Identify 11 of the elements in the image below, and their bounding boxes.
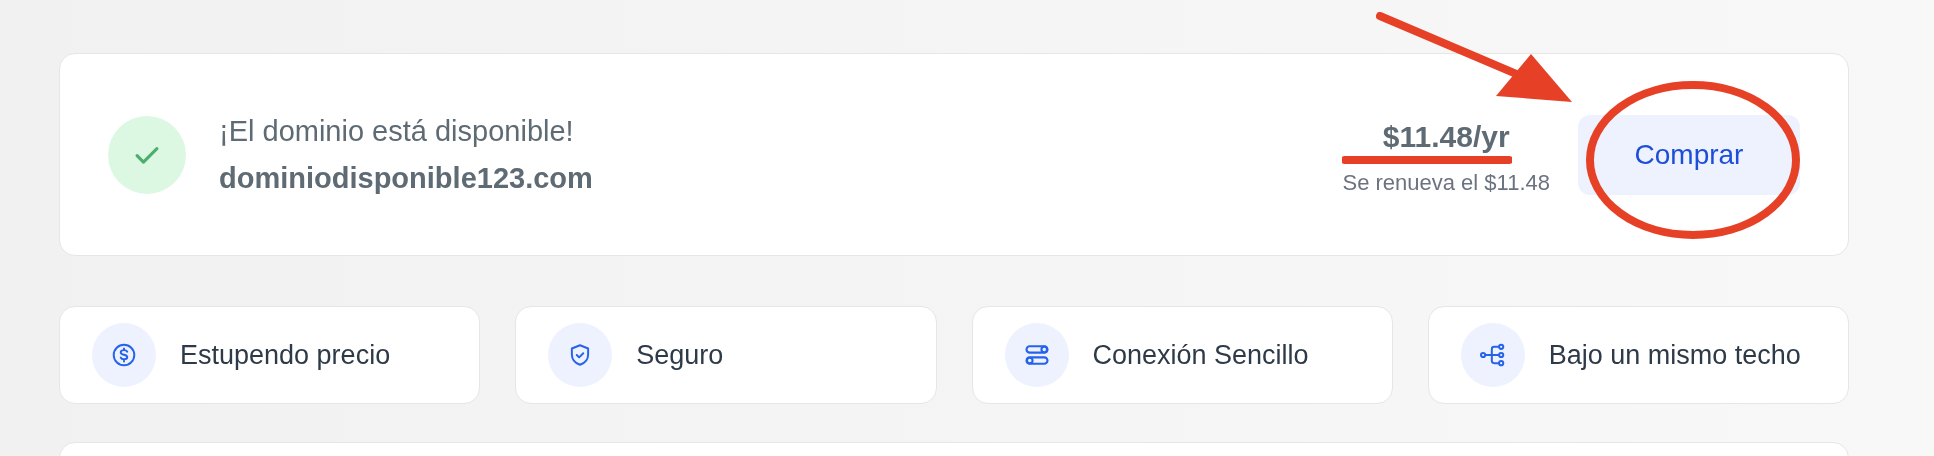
dollar-icon — [111, 342, 137, 368]
feature-label: Conexión Sencillo — [1092, 338, 1309, 372]
price-text: $11.48/yr — [1382, 119, 1510, 156]
feature-label: Estupendo precio — [180, 338, 391, 372]
availability-message: ¡El dominio está disponible! — [219, 114, 575, 150]
branches-icon — [1478, 341, 1507, 369]
feature-label: Seguro — [636, 338, 724, 372]
renewal-text: Se renueva el $11.48 — [1342, 168, 1550, 197]
domain-name: dominiodisponible123.com — [219, 160, 593, 196]
feature-label: Bajo un mismo techo — [1548, 338, 1801, 372]
buy-button[interactable]: Comprar — [1578, 114, 1800, 195]
